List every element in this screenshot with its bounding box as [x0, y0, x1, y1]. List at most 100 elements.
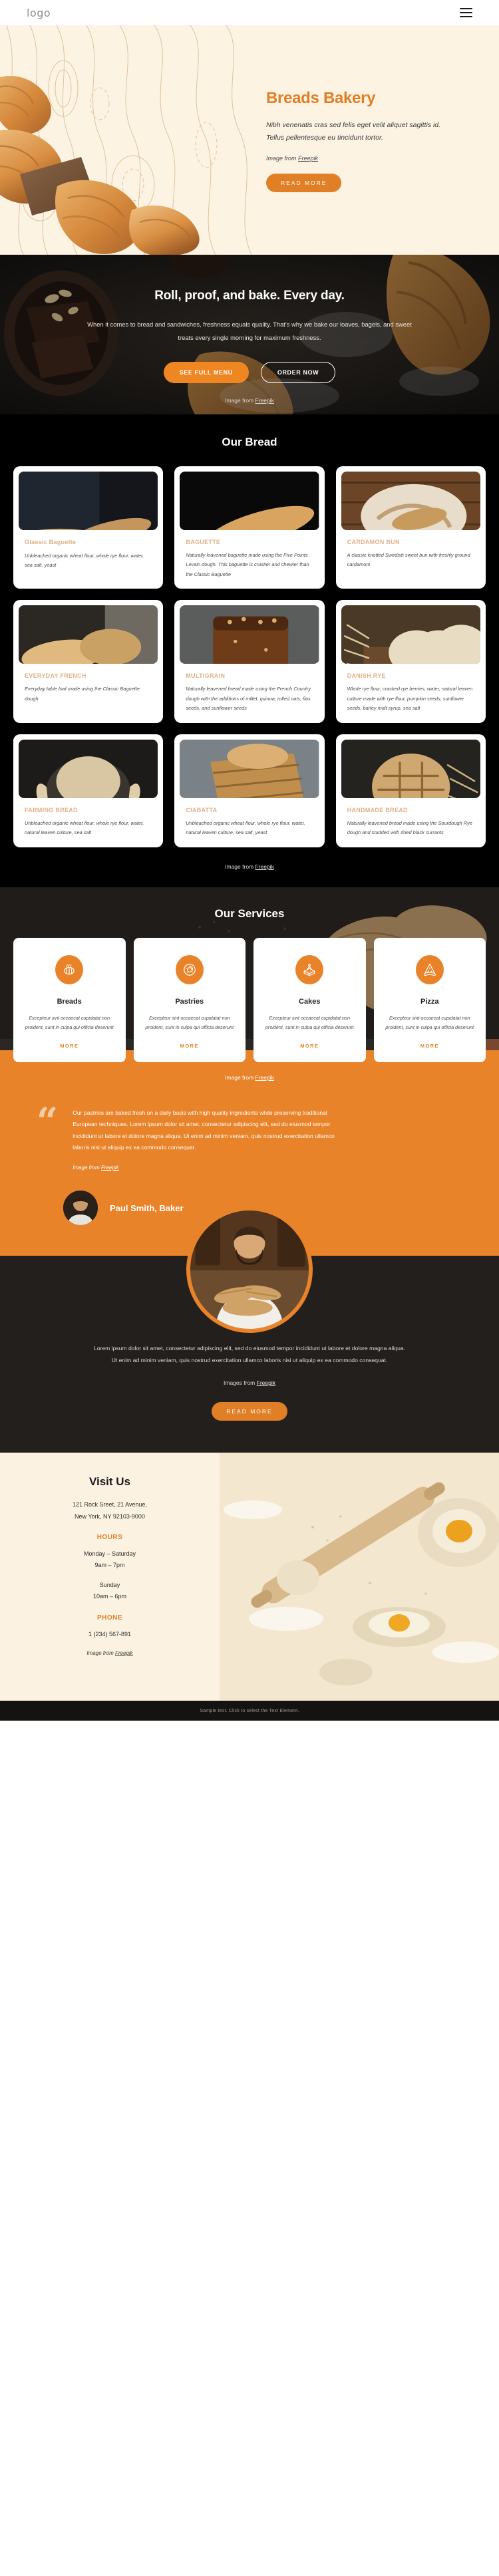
- bread-image: [341, 472, 480, 530]
- service-more-link[interactable]: MORE: [180, 1043, 199, 1049]
- bread-card[interactable]: DANISH RYE Whole rye flour, cracked rye …: [335, 600, 486, 723]
- navbar: logo: [0, 0, 499, 25]
- about-section: Hello! Lorem ipsum dolor sit amet, conse…: [0, 1207, 499, 1453]
- bread-description: Unbleached organic wheat flour, whole ry…: [186, 819, 305, 836]
- credit-prefix: Images from: [224, 1379, 257, 1387]
- testimonial-text-block: Our pastries are baked fresh on a daily …: [73, 1107, 345, 1171]
- bread-title: Glassic Baguette: [25, 539, 77, 546]
- testimonial-text: Our pastries are baked fresh on a daily …: [73, 1109, 335, 1151]
- phone-number[interactable]: 1 (234) 567-891: [0, 1629, 220, 1640]
- image-credit: Image from Freepik: [266, 155, 479, 162]
- service-more-link[interactable]: MORE: [300, 1043, 319, 1049]
- footer-bar: Sample text. Click to select the Text El…: [0, 1701, 499, 1721]
- hero-dark-content: Roll, proof, and bake. Every day. When i…: [0, 255, 499, 414]
- service-title: Pastries: [175, 997, 204, 1006]
- bread-description: Whole rye flour, cracked rye berries, wa…: [347, 686, 473, 712]
- credit-prefix: Image from: [225, 863, 255, 870]
- credit-prefix: Image from: [86, 1649, 115, 1656]
- freepik-link[interactable]: Freepik: [101, 1165, 119, 1171]
- bread-description: Naturally leavened baguette made using t…: [186, 552, 309, 577]
- bread-card[interactable]: BAGUETTE Naturally leavened baguette mad…: [174, 466, 325, 589]
- bread-image: [19, 605, 158, 664]
- freepik-link[interactable]: Freepik: [115, 1650, 133, 1656]
- section-title-our-bread: Our Bread: [222, 436, 277, 448]
- bread-card[interactable]: HANDMADE BREAD Naturally leavened bread …: [335, 734, 486, 847]
- quote-mark-icon: “: [37, 1099, 59, 1143]
- bread-card-grid: Glassic Baguette Unbleached organic whea…: [0, 466, 499, 847]
- cinnamon-roll-icon: [175, 954, 204, 984]
- visit-us-address: 121 Rock Sreet, 21 Avenue, New York, NY …: [0, 1499, 220, 1522]
- order-now-button[interactable]: ORDER NOW: [260, 361, 336, 383]
- bread-image: [341, 605, 480, 664]
- testimonial-body: “ Our pastries are baked fresh on a dail…: [0, 1099, 499, 1171]
- phone-label: PHONE: [96, 1614, 123, 1622]
- about-image-credit: Images from Freepik: [0, 1379, 499, 1386]
- bread-image: [180, 605, 319, 664]
- credit-prefix: Image from: [266, 154, 299, 162]
- bread-card[interactable]: CIABATTA Unbleached organic wheat flour,…: [174, 734, 325, 847]
- bread-description: A classic knotted Swedish sweet bun with…: [347, 552, 470, 568]
- bread-title: CARDAMON BUN: [347, 539, 400, 545]
- bread-card[interactable]: CARDAMON BUN A classic knotted Swedish s…: [335, 466, 486, 589]
- hero-dark-description: When it comes to bread and sandwiches, f…: [87, 321, 412, 341]
- service-card[interactable]: Cakes Excepteur sint occaecat cupidatat …: [253, 937, 366, 1062]
- service-more-link[interactable]: MORE: [420, 1043, 439, 1049]
- freepik-link[interactable]: Freepik: [255, 1074, 274, 1081]
- services-image-credit: Image from Freepik: [0, 1062, 499, 1081]
- freepik-link[interactable]: Freepik: [298, 155, 318, 162]
- service-description: Excepteur sint occaecat cupidatat non pr…: [265, 1014, 354, 1030]
- hero-dark-title: Roll, proof, and bake. Every day.: [154, 289, 345, 303]
- service-card[interactable]: Pizza Excepteur sint occaecat cupidatat …: [373, 937, 486, 1062]
- bread-card[interactable]: MULTIGRAIN Naturally leavened bread made…: [174, 600, 325, 723]
- hero-content: Breads Bakery Nibh venenatis cras sed fe…: [266, 89, 479, 192]
- testimonial-image-credit: Image from Freepik: [73, 1165, 345, 1171]
- hamburger-icon[interactable]: [460, 8, 472, 17]
- bread-description: Naturally leavened bread made using the …: [186, 686, 311, 712]
- hours-label: HOURS: [96, 1534, 123, 1542]
- cake-slice-icon: [295, 954, 324, 984]
- hours-weekday-time: 9am – 7pm: [94, 1562, 125, 1569]
- service-card[interactable]: Breads Excepteur sint occaecat cupidatat…: [13, 937, 126, 1062]
- bread-description: Unbleached organic wheat flour, whole ry…: [25, 819, 144, 836]
- bread-title: DANISH RYE: [347, 672, 386, 680]
- about-text: Lorem ipsum dolor sit amet, consectetur …: [93, 1345, 406, 1364]
- address-line-1: 121 Rock Sreet, 21 Avenue,: [73, 1501, 147, 1508]
- hero-section-primary: Breads Bakery Nibh venenatis cras sed fe…: [0, 25, 499, 255]
- credit-prefix: Image from: [225, 397, 255, 404]
- hero-section-dark: Roll, proof, and bake. Every day. When i…: [0, 255, 499, 414]
- bread-image-credit: Image from Freepik: [0, 863, 499, 870]
- bread-title: MULTIGRAIN: [186, 672, 226, 680]
- service-title: Cakes: [299, 997, 321, 1006]
- freepik-link[interactable]: Freepik: [257, 1379, 275, 1386]
- visit-us-section: Visit Us 121 Rock Sreet, 21 Avenue, New …: [0, 1453, 499, 1701]
- visit-us-content: Visit Us 121 Rock Sreet, 21 Avenue, New …: [0, 1453, 220, 1656]
- bread-title: EVERYDAY FRENCH: [25, 672, 86, 680]
- service-card[interactable]: Pastries Excepteur sint occaecat cupidat…: [133, 937, 246, 1062]
- address-line-2: New York, NY 92103-9000: [75, 1512, 145, 1520]
- service-title: Pizza: [420, 997, 439, 1006]
- page-root: logo Breads Bakery Nibh venenatis cras s…: [0, 0, 499, 1721]
- baker-portrait-photo: [186, 1207, 313, 1333]
- see-full-menu-button[interactable]: SEE FULL MENU: [163, 361, 249, 383]
- read-more-button[interactable]: READ MORE: [212, 1402, 287, 1421]
- credit-prefix: Image from: [225, 1073, 255, 1081]
- our-bread-section: Our Bread Glassic Baguette Unbleached or…: [0, 414, 499, 887]
- hero-description: Nibh venenatis cras sed felis eget velit…: [266, 121, 441, 142]
- service-description: Excepteur sint occaecat cupidatat non pr…: [145, 1014, 234, 1030]
- bread-image: [19, 739, 158, 798]
- freepik-link[interactable]: Freepik: [255, 863, 274, 870]
- bread-image: [341, 739, 480, 798]
- service-title: Breads: [57, 997, 82, 1006]
- bread-card[interactable]: EVERYDAY FRENCH Everyday table loaf made…: [13, 600, 164, 723]
- site-logo[interactable]: logo: [27, 7, 51, 19]
- croissant-photo: [0, 76, 200, 255]
- service-more-link[interactable]: MORE: [60, 1043, 79, 1049]
- read-more-button[interactable]: READ MORE: [266, 173, 342, 192]
- about-button-row: READ MORE: [0, 1402, 499, 1421]
- service-description: Excepteur sint occaecat cupidatat non pr…: [25, 1014, 114, 1030]
- bread-card[interactable]: Glassic Baguette Unbleached organic whea…: [13, 466, 164, 589]
- bread-card[interactable]: FARMING BREAD Unbleached organic wheat f…: [13, 734, 164, 847]
- bread-image: [180, 472, 319, 530]
- freepik-link[interactable]: Freepik: [255, 397, 274, 404]
- footer-sample-text[interactable]: Sample text. Click to select the Text El…: [200, 1709, 299, 1713]
